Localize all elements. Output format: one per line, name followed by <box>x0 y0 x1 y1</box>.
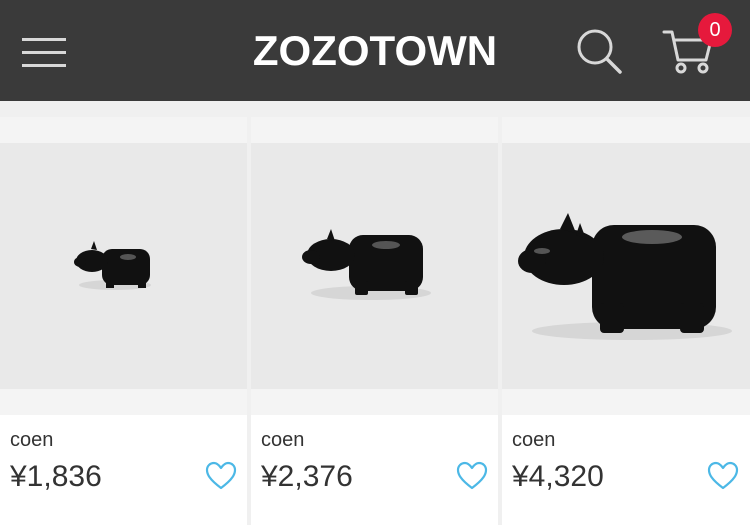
product-price: ¥1,836 <box>10 460 102 493</box>
product-price: ¥4,320 <box>512 460 604 493</box>
product-image[interactable] <box>0 143 247 389</box>
product-grid: coen ¥1,836 coen ¥2,376 coen ¥4,320 <box>0 117 750 525</box>
brand-name[interactable]: coen <box>10 429 53 452</box>
hippo-figurine-image <box>74 241 151 290</box>
product-price: ¥2,376 <box>261 460 353 493</box>
product-card[interactable]: coen ¥4,320 <box>502 117 750 525</box>
app-header: ZOZOTOWN 0 <box>0 0 750 101</box>
zozotown-logo[interactable]: ZOZOTOWN <box>200 26 550 76</box>
search-icon[interactable] <box>576 28 622 74</box>
cart-count-badge: 0 <box>698 13 732 47</box>
hippo-figurine-image <box>518 213 732 340</box>
product-image[interactable] <box>502 143 750 389</box>
favorite-heart-icon[interactable] <box>707 461 739 491</box>
brand-name[interactable]: coen <box>512 429 555 452</box>
favorite-heart-icon[interactable] <box>205 461 237 491</box>
product-card[interactable]: coen ¥1,836 <box>0 117 247 525</box>
hippo-figurine-image <box>302 229 431 300</box>
brand-name[interactable]: coen <box>261 429 304 452</box>
product-card[interactable]: coen ¥2,376 <box>251 117 498 525</box>
hamburger-menu-icon[interactable] <box>22 36 66 68</box>
favorite-heart-icon[interactable] <box>456 461 488 491</box>
product-image[interactable] <box>251 143 498 389</box>
